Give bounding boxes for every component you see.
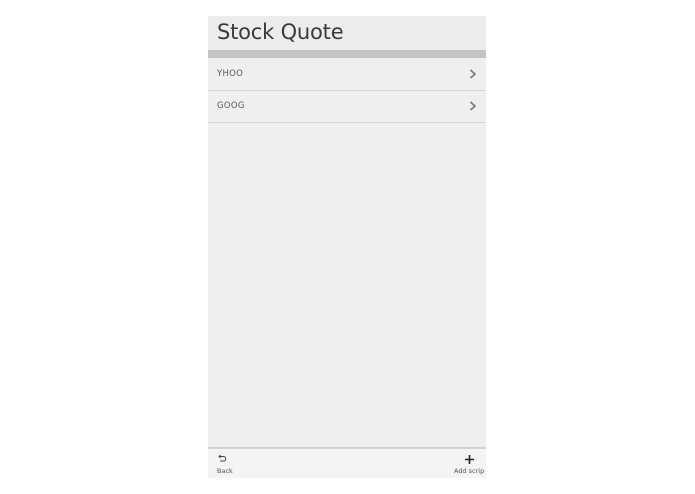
list-item-yhoo[interactable]: YHOO (208, 59, 486, 91)
back-arrow-icon (217, 454, 247, 465)
add-scrip-button[interactable]: Add scrip (454, 454, 484, 475)
chevron-right-icon (468, 101, 478, 111)
stock-list: YHOO GOOG (208, 59, 486, 123)
stock-symbol: GOOG (217, 101, 245, 111)
plus-icon (454, 454, 484, 465)
chevron-right-icon (468, 69, 478, 79)
page-header: Stock Quote (208, 16, 486, 50)
bottom-toolbar: Back Add scrip (208, 447, 486, 478)
stock-symbol: YHOO (217, 69, 244, 79)
header-divider (208, 50, 486, 58)
back-label: Back (217, 467, 233, 475)
list-item-goog[interactable]: GOOG (208, 91, 486, 123)
add-scrip-label: Add scrip (454, 467, 485, 475)
app-window: Stock Quote YHOO GOOG Back Add scrip (208, 16, 486, 478)
back-button[interactable]: Back (217, 454, 247, 475)
page-title: Stock Quote (217, 20, 344, 44)
